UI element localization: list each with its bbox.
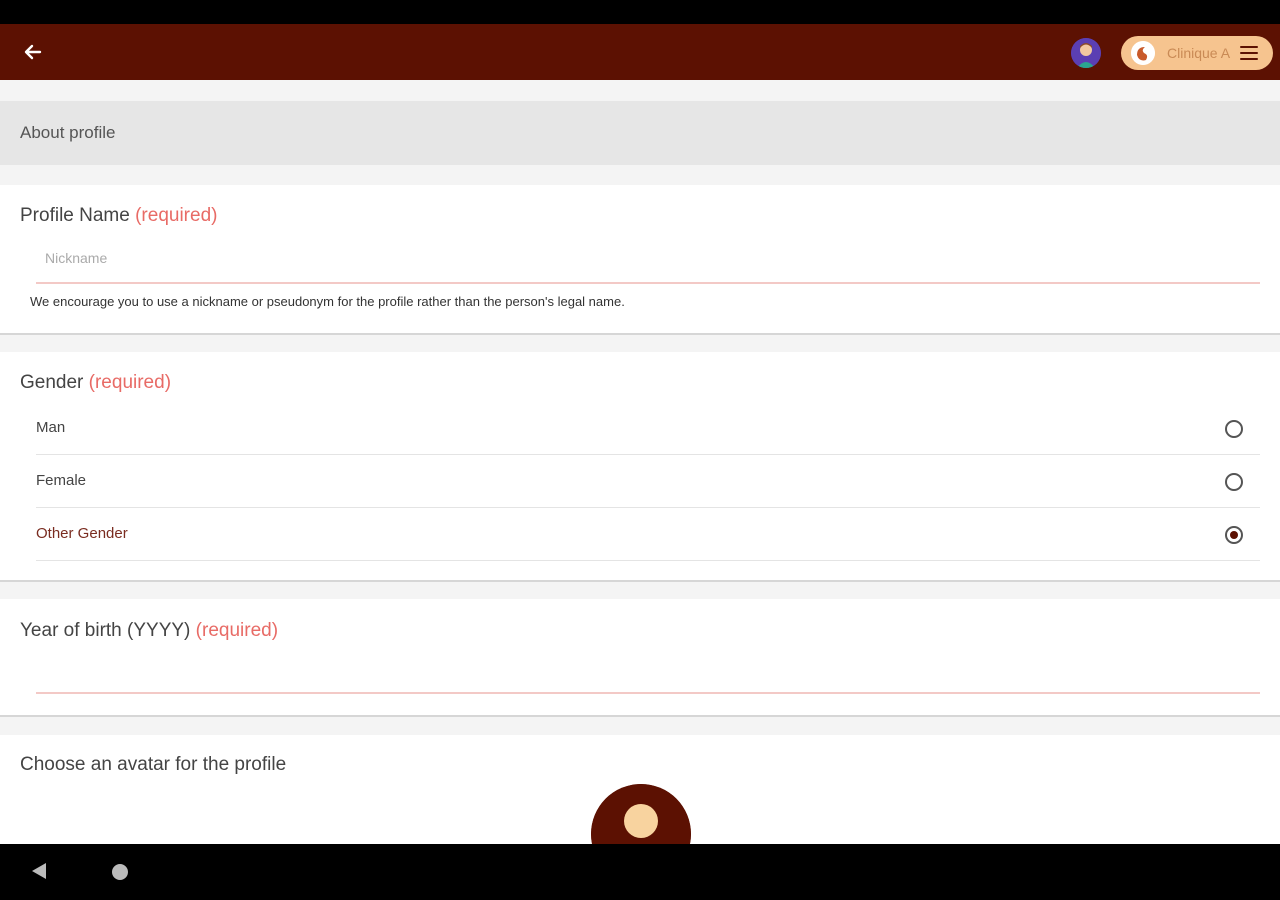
avatar-label: Choose an avatar for the profile bbox=[20, 754, 287, 775]
nickname-underline bbox=[36, 282, 1260, 284]
required-tag: (required) bbox=[135, 205, 218, 226]
clinic-logo-icon bbox=[1131, 41, 1155, 65]
gender-option-other[interactable]: Other Gender bbox=[36, 508, 1260, 561]
person-avatar-icon bbox=[591, 784, 691, 844]
avatar-card: Choose an avatar for the profile bbox=[0, 735, 1280, 844]
user-avatar[interactable] bbox=[1071, 38, 1101, 68]
nav-back-icon[interactable] bbox=[32, 863, 46, 879]
user-avatar-icon bbox=[1071, 38, 1101, 68]
app-bar: Clinique A bbox=[0, 24, 1280, 80]
status-bar bbox=[0, 0, 1280, 24]
clinic-selector[interactable]: Clinique A bbox=[1121, 36, 1273, 70]
profile-name-card: Profile Name (required) Nickname We enco… bbox=[0, 185, 1280, 335]
back-button[interactable] bbox=[18, 37, 48, 67]
section-title: About profile bbox=[20, 123, 116, 142]
radio-button[interactable] bbox=[1225, 420, 1243, 438]
gender-option-label: Man bbox=[36, 419, 66, 436]
menu-icon[interactable] bbox=[1240, 45, 1260, 61]
system-nav-bar bbox=[0, 844, 1280, 900]
year-of-birth-card: Year of birth (YYYY) (required) bbox=[0, 599, 1280, 717]
gender-label: Gender (required) bbox=[20, 372, 172, 393]
back-arrow-icon bbox=[24, 44, 42, 60]
radio-button-checked[interactable] bbox=[1225, 526, 1243, 544]
year-of-birth-label: Year of birth (YYYY) (required) bbox=[20, 620, 279, 641]
gender-card: Gender (required) Man Female Other Gende… bbox=[0, 352, 1280, 582]
clinic-name: Clinique A bbox=[1167, 45, 1231, 61]
year-of-birth-input[interactable] bbox=[36, 692, 1260, 694]
nickname-input[interactable]: Nickname bbox=[45, 250, 107, 266]
avatar-option[interactable] bbox=[591, 784, 691, 844]
section-header: About profile bbox=[0, 101, 1280, 165]
gender-option-label: Other Gender bbox=[36, 525, 128, 542]
gender-option-female[interactable]: Female bbox=[36, 455, 1260, 508]
gender-option-label: Female bbox=[36, 472, 87, 489]
gender-option-man[interactable]: Man bbox=[36, 402, 1260, 455]
nickname-help-text: We encourage you to use a nickname or ps… bbox=[30, 294, 625, 309]
required-tag: (required) bbox=[195, 620, 279, 641]
required-tag: (required) bbox=[88, 372, 172, 393]
profile-name-label: Profile Name (required) bbox=[20, 205, 218, 226]
radio-button[interactable] bbox=[1225, 473, 1243, 491]
nav-home-icon[interactable] bbox=[112, 864, 128, 880]
